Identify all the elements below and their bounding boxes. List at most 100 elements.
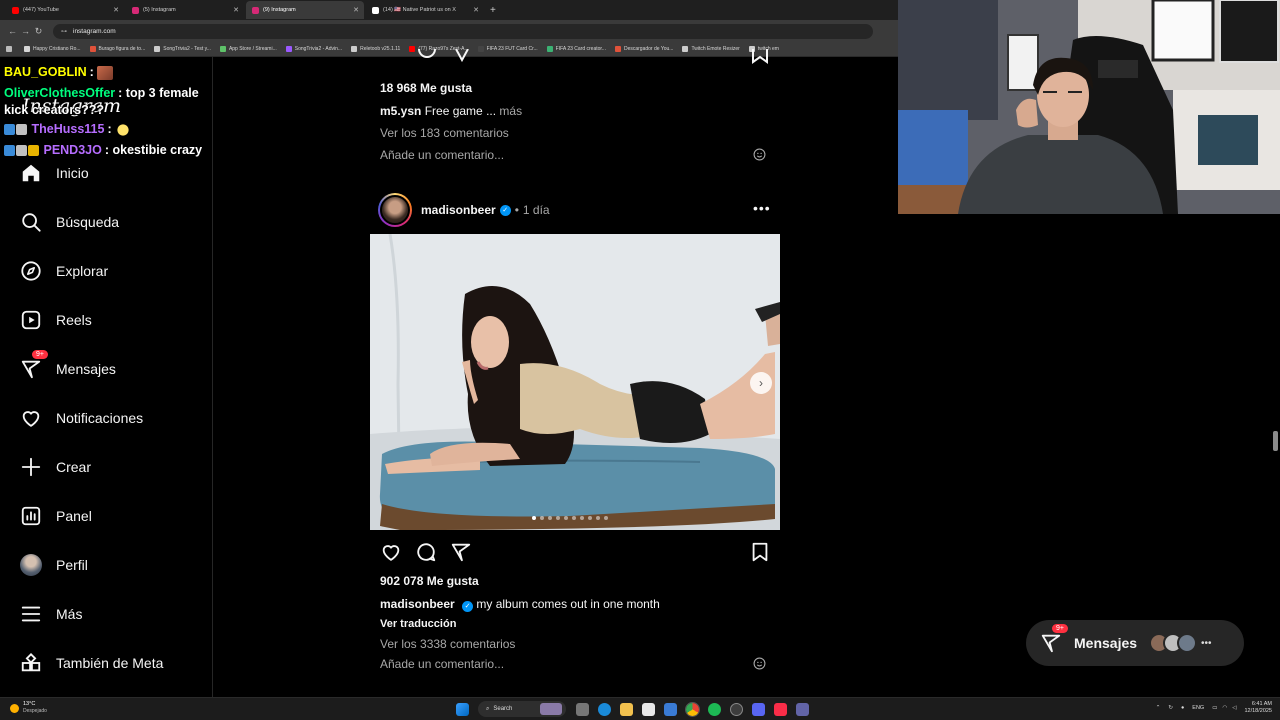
bookmark-item[interactable]: Descargador de You...: [614, 46, 673, 52]
more-options-icon[interactable]: •••: [753, 200, 771, 216]
sidebar-item-reels[interactable]: Reels: [20, 305, 92, 335]
bookmark-item[interactable]: Happy Cristiano Ro...: [24, 46, 81, 52]
bookmark-item[interactable]: FIFA 23 Card creator...: [546, 46, 606, 52]
spotify-icon[interactable]: [708, 702, 721, 716]
caption-text: Free game ...: [424, 104, 497, 118]
prev-post-likes[interactable]: 18 968 Me gusta: [380, 81, 472, 95]
input-language[interactable]: ENG: [1192, 705, 1204, 711]
bookmark-item[interactable]: App Store / Streami...: [219, 46, 277, 52]
close-tab-icon[interactable]: ✕: [473, 6, 479, 14]
save-bookmark-icon[interactable]: [749, 541, 771, 563]
chat-message: PEND3JO: okestibie crazy: [4, 140, 214, 161]
prev-comment-icon[interactable]: [416, 49, 438, 63]
weather-icon: [10, 703, 19, 713]
weather-widget[interactable]: 13°C Despejado: [10, 701, 47, 715]
close-tab-icon[interactable]: ✕: [233, 6, 239, 14]
mail-icon[interactable]: [664, 702, 677, 716]
browser-tab[interactable]: (14) 🇺🇸 Native Patriot us on X ✕: [366, 1, 484, 19]
chevron-up-icon[interactable]: ⌃: [1156, 705, 1161, 711]
clock[interactable]: 6:41 AM 12/18/2025: [1244, 701, 1272, 715]
comment-icon[interactable]: [415, 541, 437, 563]
sidebar-item-label: También de Meta: [56, 655, 164, 671]
sidebar-item-perfil[interactable]: Perfil: [20, 550, 88, 580]
messages-pill[interactable]: 9+ Mensajes •••: [1026, 620, 1244, 666]
forward-icon[interactable]: →: [19, 26, 32, 36]
sidebar-item-crear[interactable]: Crear: [20, 452, 91, 482]
webcam-overlay: [898, 0, 1280, 214]
bookmark-favicon-icon: [546, 46, 553, 52]
task-view-icon[interactable]: [576, 702, 589, 716]
apps-icon[interactable]: [6, 46, 15, 52]
translate-link[interactable]: Ver traducción: [380, 618, 456, 630]
bookmark-item[interactable]: Burago figura de to...: [89, 46, 145, 52]
obs-icon[interactable]: [730, 702, 743, 716]
wifi-icon[interactable]: ◠: [1222, 705, 1227, 711]
sync-icon[interactable]: ↻: [1168, 705, 1173, 711]
volume-icon[interactable]: ◁: [1232, 705, 1236, 711]
post-time[interactable]: 1 día: [523, 203, 550, 217]
start-icon[interactable]: [456, 702, 469, 716]
caption-username[interactable]: m5.ysn: [380, 104, 421, 118]
post-caption: madisonbeer ✓ my album comes out in one …: [380, 597, 660, 612]
prev-save-icon[interactable]: [750, 49, 770, 65]
reload-icon[interactable]: ↻: [32, 26, 45, 37]
bookmark-item[interactable]: Reletoob v25.1.11: [351, 46, 400, 52]
bookmark-favicon-icon: [351, 46, 358, 52]
prev-add-comment-input[interactable]: Añade un comentario...: [380, 148, 504, 162]
meta-apps-icon: [20, 652, 42, 674]
back-icon[interactable]: ←: [6, 26, 19, 36]
site-info-icon[interactable]: ⊶: [61, 28, 67, 35]
sidebar-item-explorar[interactable]: Explorar: [20, 256, 108, 286]
music-icon[interactable]: [774, 702, 787, 716]
windows-taskbar: 13°C Despejado ⌕ Search ⌃ ↻ ● ENG ▭ ◠ ◁ …: [0, 697, 1280, 720]
add-comment-input[interactable]: Añade un comentario...: [380, 657, 504, 671]
browser-tab[interactable]: (447) YouTube ✕: [6, 1, 124, 19]
discord-icon[interactable]: [752, 702, 765, 716]
chrome-icon[interactable]: [685, 701, 700, 717]
unread-badge: 9+: [1052, 624, 1068, 633]
story-ring[interactable]: [378, 193, 412, 227]
prev-view-comments[interactable]: Ver los 183 comentarios: [380, 126, 509, 140]
chat-username: BAU_GOBLIN: [4, 65, 87, 79]
sidebar-item-mas[interactable]: Más: [20, 599, 82, 629]
taskbar-search[interactable]: ⌕ Search: [478, 701, 566, 717]
bookmark-item[interactable]: FIFA 23 FUT Card Cr...: [477, 46, 538, 52]
close-tab-icon[interactable]: ✕: [353, 6, 359, 14]
carousel-next-button[interactable]: ›: [750, 372, 772, 394]
teams-icon[interactable]: [796, 702, 809, 716]
mic-icon[interactable]: ●: [1181, 705, 1184, 711]
bookmark-item[interactable]: SongTrivia2 - Test y...: [154, 46, 211, 52]
sidebar-item-mensajes[interactable]: 9+ Mensajes: [20, 350, 116, 384]
edge-icon[interactable]: [598, 702, 611, 716]
bookmark-item[interactable]: SongTrivia2 - Advin...: [285, 46, 342, 52]
sidebar-item-tambien-de-meta[interactable]: También de Meta: [20, 648, 163, 678]
post-username[interactable]: madisonbeer: [421, 203, 496, 217]
sidebar-item-panel[interactable]: Panel: [20, 501, 92, 531]
emoji-icon[interactable]: [753, 657, 766, 670]
more-link[interactable]: más: [499, 104, 522, 118]
network-icon[interactable]: ▭: [1212, 705, 1217, 711]
notepad-icon[interactable]: [642, 702, 655, 716]
post-likes[interactable]: 902 078 Me gusta: [380, 574, 479, 588]
scrollbar-thumb[interactable]: [1273, 431, 1278, 451]
sidebar-item-inicio[interactable]: Inicio: [20, 158, 89, 188]
share-icon[interactable]: [450, 541, 472, 563]
browser-tab[interactable]: (9) Instagram ✕: [246, 1, 364, 19]
url-field[interactable]: ⊶ instagram.com: [53, 23, 873, 39]
browser-tab[interactable]: (5) Instagram ✕: [126, 1, 244, 19]
bookmark-item[interactable]: Twitch Emote Resizer: [682, 46, 740, 52]
emoji-icon[interactable]: [753, 148, 766, 161]
file-explorer-icon[interactable]: [620, 702, 633, 716]
sidebar-item-busqueda[interactable]: Búsqueda: [20, 207, 119, 237]
sidebar-item-label: Reels: [56, 312, 92, 328]
close-tab-icon[interactable]: ✕: [113, 6, 119, 14]
caption-username[interactable]: madisonbeer: [380, 597, 455, 611]
post-image[interactable]: ›: [370, 234, 780, 530]
bookmark-label: SongTrivia2 - Test y...: [163, 46, 211, 52]
prev-share-icon[interactable]: [452, 49, 472, 63]
sidebar-item-notificaciones[interactable]: Notificaciones: [20, 403, 143, 433]
like-heart-icon[interactable]: [380, 541, 402, 563]
new-tab-icon[interactable]: +: [490, 5, 496, 16]
messenger-icon: 9+: [20, 350, 48, 380]
view-comments-link[interactable]: Ver los 3338 comentarios: [380, 637, 515, 651]
